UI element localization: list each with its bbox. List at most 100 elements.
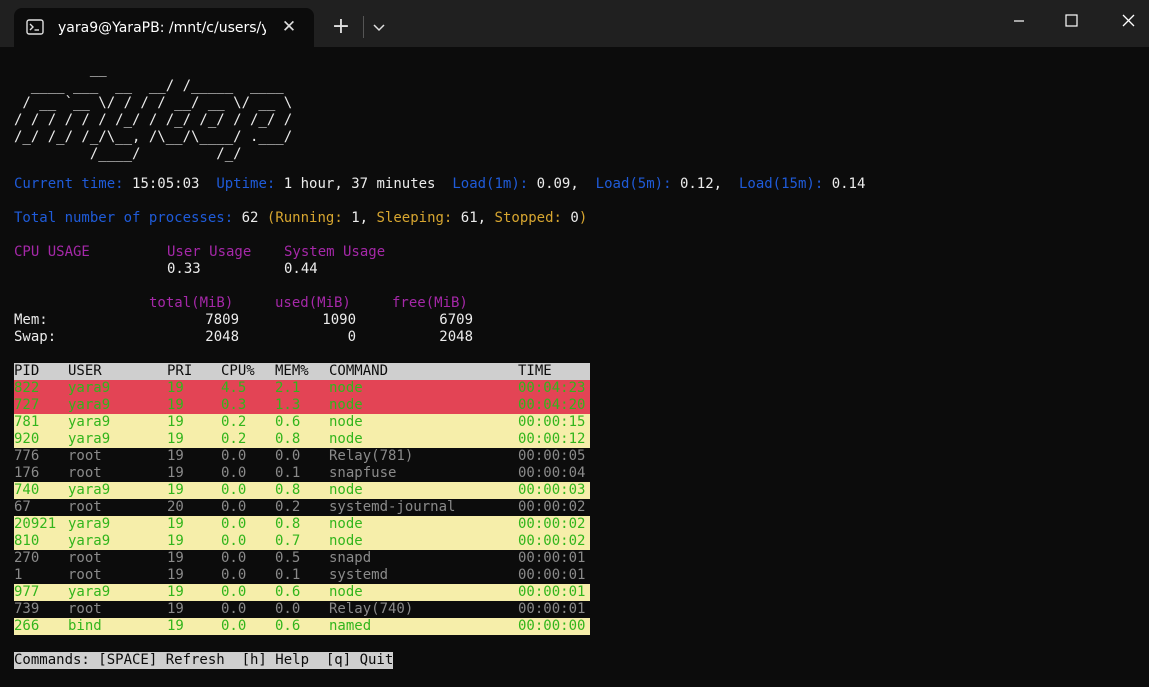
header-mem: MEM% (275, 363, 309, 379)
pri-cell: 20 (167, 499, 184, 515)
process-table-header: PID USER PRI CPU% MEM% COMMAND TIME (14, 363, 590, 380)
command-cell: systemd (329, 567, 389, 583)
load5-label: Load(5m): (595, 176, 672, 192)
user-cell: yara9 (68, 380, 111, 396)
pri-cell: 19 (167, 533, 184, 549)
mem-used-header: used(MiB) (275, 295, 351, 311)
current-time-value: 15:05:03 (132, 176, 200, 192)
process-row[interactable]: 176 root 19 0.0 0.1 snapfuse 00:00:04 (14, 465, 590, 482)
process-row[interactable]: 740 yara9 19 0.0 0.8 node 00:00:03 (14, 482, 590, 499)
pri-cell: 19 (167, 516, 184, 532)
swap-total-value: 2048 (205, 329, 239, 345)
cpu-cell: 0.0 (221, 567, 247, 583)
chevron-down-icon[interactable] (368, 14, 390, 40)
swap-free-value: 2048 (439, 329, 473, 345)
time-cell: 00:00:12 (518, 431, 586, 447)
process-row[interactable]: 739 root 19 0.0 0.0 Relay(740) 00:00:01 (14, 601, 590, 618)
time-cell: 00:04:23 (518, 380, 586, 396)
pri-cell: 19 (167, 550, 184, 566)
load15-label: Load(15m): (738, 176, 824, 192)
mem-cell: 0.8 (275, 516, 301, 532)
mem-row-label: Mem: (14, 312, 48, 328)
new-tab-button[interactable]: + (328, 14, 354, 40)
pid-cell: 740 (14, 482, 40, 498)
mem-cell: 0.8 (275, 482, 301, 498)
pri-cell: 19 (167, 567, 184, 583)
user-cell: yara9 (68, 414, 111, 430)
user-cell: root (68, 601, 102, 617)
terminal-content[interactable]: __ ____ ___ __ __/ /_____ ____ / __ `__ … (0, 47, 1149, 687)
mem-cell: 0.1 (275, 465, 301, 481)
user-cell: yara9 (68, 533, 111, 549)
pid-cell: 822 (14, 380, 40, 396)
user-cell: bind (68, 618, 102, 634)
pri-cell: 19 (167, 482, 184, 498)
running-value: 1, (351, 210, 369, 226)
cpu-cell: 0.0 (221, 516, 247, 532)
command-cell: snapd (329, 550, 372, 566)
process-row[interactable]: 67 root 20 0.0 0.2 systemd-journal 00:00:02 (14, 499, 590, 516)
process-row[interactable]: 270 root 19 0.0 0.5 snapd 00:00:01 (14, 550, 590, 567)
process-row[interactable]: 810 yara9 19 0.0 0.7 node 00:00:02 (14, 533, 590, 550)
command-cell: Relay(781) (329, 448, 414, 464)
cpu-cell: 0.0 (221, 448, 247, 464)
mem-cell: 0.7 (275, 533, 301, 549)
process-row[interactable]: 20921 yara9 19 0.0 0.8 node 00:00:02 (14, 516, 590, 533)
command-cell: node (329, 397, 363, 413)
user-cell: yara9 (68, 516, 111, 532)
command-cell: node (329, 533, 363, 549)
minimize-icon[interactable] (992, 0, 1046, 40)
process-total-label: Total number of processes: (14, 210, 234, 226)
banner-line: / / / / / / /_/ / /_/ /_/ / /_/ / (14, 112, 293, 128)
pid-cell: 920 (14, 431, 40, 447)
mem-cell: 0.6 (275, 584, 301, 600)
banner-line: __ (14, 61, 107, 77)
tab-separator (363, 16, 364, 38)
header-pri: PRI (167, 363, 193, 379)
title-bar: yara9@YaraPB: /mnt/c/users/yara9 ✕ + (0, 0, 1149, 47)
pri-cell: 19 (167, 448, 184, 464)
process-row[interactable]: 776 root 19 0.0 0.0 Relay(781) 00:00:05 (14, 448, 590, 465)
mem-cell: 2.1 (275, 380, 301, 396)
maximize-icon[interactable] (1045, 0, 1099, 40)
command-bar: Commands: [SPACE] Refresh [h] Help [q] Q… (14, 652, 394, 669)
pid-cell: 1 (14, 567, 23, 583)
mem-cell: 0.0 (275, 601, 301, 617)
pid-cell: 977 (14, 584, 40, 600)
mem-free-value: 6709 (439, 312, 473, 328)
close-window-icon[interactable] (1100, 0, 1149, 40)
stopped-label: Stopped: (494, 210, 562, 226)
time-cell: 00:00:02 (518, 499, 586, 515)
mem-cell: 0.5 (275, 550, 301, 566)
process-row[interactable]: 977 yara9 19 0.0 0.6 node 00:00:01 (14, 584, 590, 601)
process-row[interactable]: 781 yara9 19 0.2 0.6 node 00:00:15 (14, 414, 590, 431)
time-cell: 00:00:15 (518, 414, 586, 430)
process-row[interactable]: 1 root 19 0.0 0.1 systemd 00:00:01 (14, 567, 590, 584)
cpu-title: CPU USAGE (14, 244, 90, 260)
mem-total-header: total(MiB) (149, 295, 234, 311)
user-cell: root (68, 550, 102, 566)
command-cell: named (329, 618, 372, 634)
process-row[interactable]: 920 yara9 19 0.2 0.8 node 00:00:12 (14, 431, 590, 448)
user-cell: root (68, 465, 102, 481)
mem-cell: 0.1 (275, 567, 301, 583)
pid-cell: 776 (14, 448, 40, 464)
cpu-cell: 0.0 (221, 482, 247, 498)
sleeping-label: Sleeping: (376, 210, 453, 226)
pid-cell: 727 (14, 397, 40, 413)
time-cell: 00:00:01 (518, 567, 586, 583)
process-row[interactable]: 822 yara9 19 4.5 2.1 node 00:04:23 (14, 380, 590, 397)
cpu-cell: 4.5 (221, 380, 247, 396)
terminal-tab[interactable]: yara9@YaraPB: /mnt/c/users/yara9 ✕ (14, 8, 314, 47)
mem-used-value: 1090 (322, 312, 356, 328)
command-cell: node (329, 516, 363, 532)
process-row[interactable]: 266 bind 19 0.0 0.6 named 00:00:00 (14, 618, 590, 635)
user-cell: yara9 (68, 431, 111, 447)
uptime-value: 1 hour, 37 minutes (283, 176, 436, 192)
pri-cell: 19 (167, 397, 184, 413)
terminal-icon (26, 19, 44, 35)
close-tab-icon[interactable]: ✕ (278, 16, 300, 38)
user-cell: yara9 (68, 397, 111, 413)
process-row[interactable]: 727 yara9 19 0.3 1.3 node 00:04:20 (14, 397, 590, 414)
pri-cell: 19 (167, 465, 184, 481)
